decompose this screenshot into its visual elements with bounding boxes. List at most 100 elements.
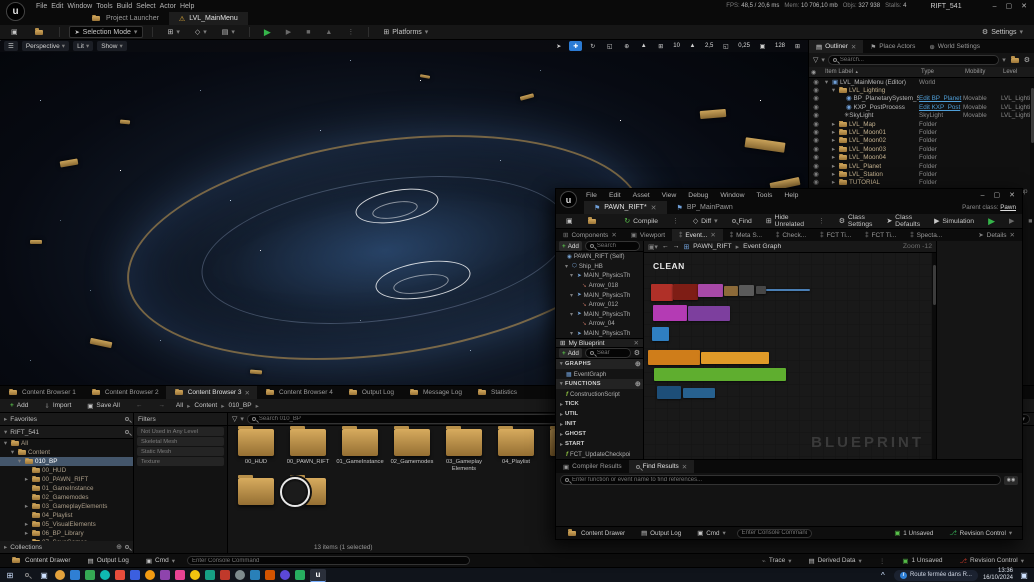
eye-icon[interactable]: ◉ — [809, 137, 823, 144]
expand-arrow-icon[interactable]: ▸ — [558, 421, 565, 428]
graph-node[interactable] — [701, 352, 769, 364]
add-actor-dropdown[interactable]: ⊞▾ — [162, 27, 184, 37]
eject-button[interactable]: ▲ — [320, 28, 337, 37]
outliner-row[interactable]: ◉▸LVL_Moon03Folder — [809, 145, 1034, 153]
asset-folder-tile[interactable]: 04_Playlist — [491, 429, 541, 466]
expand-arrow-icon[interactable]: ▸ — [830, 154, 837, 161]
cb-tree-item[interactable]: ▸06_BP_Library — [0, 529, 133, 538]
expand-arrow-icon[interactable]: ▾ — [568, 292, 575, 299]
cb-tree-item[interactable]: ▸05_VisualElements — [0, 520, 133, 529]
class-settings-button[interactable]: ⚙Class Settings — [834, 213, 878, 229]
my-blueprint-item[interactable]: ▸INIT — [556, 419, 643, 429]
stop-button[interactable]: ■ — [301, 28, 315, 37]
perspective-dropdown[interactable]: Perspective▾ — [22, 41, 69, 51]
bp-tab-specta[interactable]: ⁑Specta... — [903, 229, 949, 242]
bp-console-input[interactable] — [737, 529, 812, 538]
bp-tab-fctti[interactable]: ⁑FCT Ti... — [858, 229, 903, 242]
my-blueprint-header[interactable]: ⊞My Blueprint ✕ — [556, 338, 643, 348]
cmd-dropdown[interactable]: ▣Cmd▾ — [141, 556, 180, 566]
tab-content-browser-2[interactable]: Content Browser 2 — [83, 386, 166, 399]
notification-center-button[interactable]: ▣ — [1018, 569, 1030, 581]
my-blueprint-settings-icon[interactable]: ⚙ — [634, 349, 640, 357]
cb-add-button[interactable]: +Add — [5, 401, 33, 410]
expand-arrow-icon[interactable]: ▾ — [2, 440, 9, 447]
expand-arrow-icon[interactable]: ▸ — [558, 441, 565, 448]
cb-tree-item[interactable]: 00_HUD — [0, 466, 133, 475]
expand-arrow-icon[interactable]: ▸ — [23, 476, 30, 483]
menu-window[interactable]: Window — [65, 3, 94, 10]
expand-arrow-icon[interactable]: ▾ — [558, 361, 565, 367]
minimize-button[interactable]: – — [993, 3, 997, 10]
save-button[interactable]: ▣ — [6, 27, 23, 37]
expand-arrow-icon[interactable]: ▾ — [558, 381, 565, 387]
expand-arrow-icon[interactable]: ▸ — [558, 401, 565, 408]
cb-tree-item[interactable]: ▾All — [0, 439, 133, 448]
components-add-button[interactable]: +Add — [559, 241, 582, 251]
expand-arrow-icon[interactable]: ▾ — [563, 263, 570, 270]
col-level[interactable]: Level — [1001, 69, 1019, 75]
bp-tab-components[interactable]: ⊞Components✕ — [556, 229, 624, 242]
eye-icon[interactable]: ◉ — [809, 146, 823, 153]
bp-cmd-dropdown[interactable]: ▣Cmd▾ — [692, 529, 730, 538]
my-blueprint-item[interactable]: fConstructionScript — [556, 389, 643, 399]
menu-edit[interactable]: Edit — [49, 3, 65, 10]
frame-skip-button[interactable]: ▶ — [281, 27, 296, 37]
tab-lvl-mainmenu[interactable]: ⚠ LVL_MainMenu — [169, 12, 248, 25]
compile-options-kebab[interactable]: ⋮ — [667, 216, 684, 226]
blueprints-dropdown[interactable]: ◇▾ — [190, 27, 212, 37]
component-row[interactable]: ◉PAWN_RIFT (Self) — [556, 252, 643, 262]
outliner-settings-icon[interactable]: ⚙ — [1024, 56, 1030, 64]
graph-scrollbar[interactable] — [932, 253, 936, 459]
taskbar-app-icon[interactable] — [130, 570, 140, 580]
bp-menu-help[interactable]: Help — [782, 192, 800, 199]
my-blueprint-item[interactable]: fFCT_UpdateCheckpoi — [556, 449, 643, 459]
outliner-type-cell[interactable]: Edit KXP_Post — [919, 104, 963, 111]
expand-arrow-icon[interactable]: ▾ — [568, 330, 575, 337]
component-row[interactable]: ▾➤MAIN_PhysicsTh — [556, 329, 643, 339]
parent-class-link[interactable]: Pawn — [1000, 204, 1016, 211]
camera-speed-value[interactable]: 128 — [773, 43, 787, 49]
outliner-row[interactable]: ◉▾▣LVL_MainMenu (Editor)World — [809, 78, 1034, 86]
viewport-options-button[interactable]: ☰ — [4, 41, 18, 51]
bp-tab-viewport[interactable]: ▣Viewport — [624, 229, 672, 242]
outliner-row[interactable]: ◉▸LVL_StationFolder — [809, 170, 1034, 178]
compile-button[interactable]: ↻Compile — [619, 216, 663, 226]
menu-help[interactable]: Help — [178, 3, 196, 10]
add-category-icon[interactable]: ⊕ — [635, 380, 641, 388]
tab-content-browser-3[interactable]: Content Browser 3✕ — [166, 386, 257, 399]
menu-actor[interactable]: Actor — [158, 3, 178, 10]
cb-save-all-button[interactable]: ▣Save All — [82, 401, 125, 411]
menu-file[interactable]: File — [34, 3, 49, 10]
platforms-dropdown[interactable]: ⊞Platforms▾ — [378, 27, 433, 37]
asset-folder-tile[interactable]: 00_HUD — [231, 429, 281, 466]
taskbar-app-icon[interactable] — [220, 570, 230, 580]
bp-output-log-button[interactable]: ▤Output Log — [636, 529, 686, 538]
expand-arrow-icon[interactable]: ▸ — [830, 146, 837, 153]
bp-play-button[interactable]: ▶ — [983, 215, 1000, 228]
expand-arrow-icon[interactable]: ▸ — [558, 411, 565, 418]
cb-tree-item[interactable]: 01_GameInstance — [0, 484, 133, 493]
cinematics-dropdown[interactable]: ▤▾ — [217, 27, 240, 37]
taskbar-clock[interactable]: 13:3616/10/2024 — [983, 568, 1013, 582]
graph-node[interactable] — [673, 284, 698, 300]
my-blueprint-item[interactable]: ▦EventGraph — [556, 369, 643, 379]
project-tree-header[interactable]: ▾RIFT_541 — [0, 426, 133, 439]
outliner-search[interactable] — [828, 55, 999, 65]
diff-dropdown[interactable]: ◇Diff▾ — [688, 216, 723, 226]
cb-tree-item[interactable]: ▾010_BP — [0, 457, 133, 466]
filter-chip[interactable]: Static Mesh — [137, 447, 224, 456]
trace-dropdown[interactable]: ⌁Trace▾ — [757, 556, 797, 566]
graph-back-button[interactable]: ← — [662, 243, 669, 250]
bp-close-button[interactable]: ✕ — [1009, 191, 1015, 199]
cb-back-button[interactable]: ← — [131, 401, 148, 410]
simulation-button[interactable]: ▶Simulation — [929, 216, 979, 226]
filter-chip[interactable]: Texture — [137, 457, 224, 466]
expand-arrow-icon[interactable]: ▾ — [568, 272, 575, 279]
my-blueprint-item[interactable]: ▸START — [556, 439, 643, 449]
hide-unrelated-kebab[interactable]: ⋮ — [813, 216, 830, 226]
tab-find-results[interactable]: Find Results✕ — [629, 460, 695, 473]
graph-node[interactable] — [648, 350, 700, 365]
taskbar-app-icon[interactable] — [295, 570, 305, 580]
lit-dropdown[interactable]: Lit▾ — [73, 41, 93, 51]
graph-node[interactable] — [688, 306, 730, 321]
